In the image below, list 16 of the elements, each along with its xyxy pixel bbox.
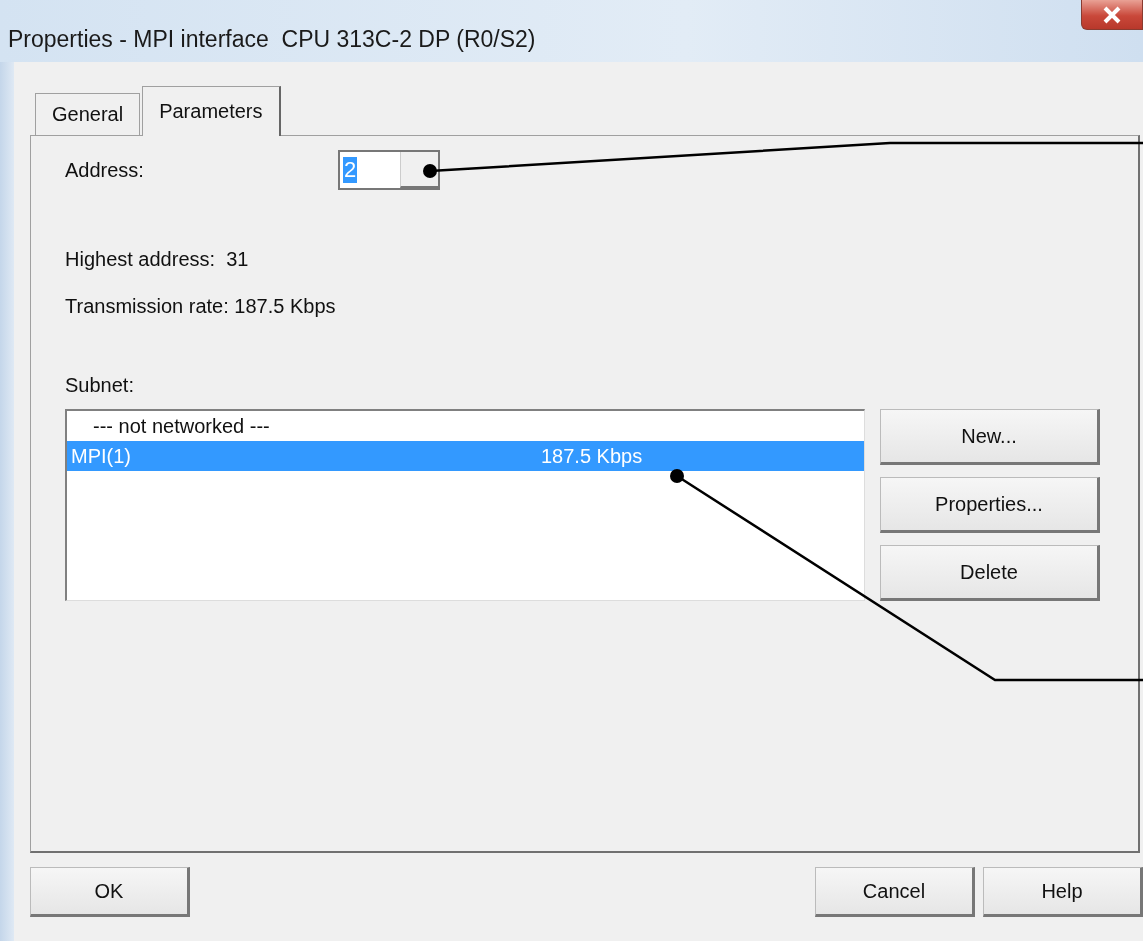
field-label: Address: xyxy=(65,158,145,182)
close-icon xyxy=(1101,4,1123,25)
info-text: Highest address: 31 xyxy=(65,248,250,271)
tab[interactable]: Parameters xyxy=(142,86,281,136)
subnet-button[interactable]: Delete xyxy=(880,545,1100,601)
dialog-button[interactable]: Cancel xyxy=(815,867,975,917)
info-text: Transmission rate: 187.5 Kbps xyxy=(65,295,337,318)
dialog-button[interactable]: Help xyxy=(983,867,1143,917)
window-title: Properties - MPI interface CPU 313C-2 DP (R0/S2) xyxy=(8,26,536,53)
field-label: Subnet: xyxy=(65,374,135,397)
list-item[interactable]: --- not networked --- xyxy=(67,411,864,441)
subnet-button[interactable]: Properties... xyxy=(880,477,1100,533)
subnet-button[interactable]: New... xyxy=(880,409,1100,465)
tab[interactable]: General xyxy=(35,93,141,135)
dialog-button[interactable]: OK xyxy=(30,867,190,917)
close-button[interactable] xyxy=(1081,0,1143,30)
